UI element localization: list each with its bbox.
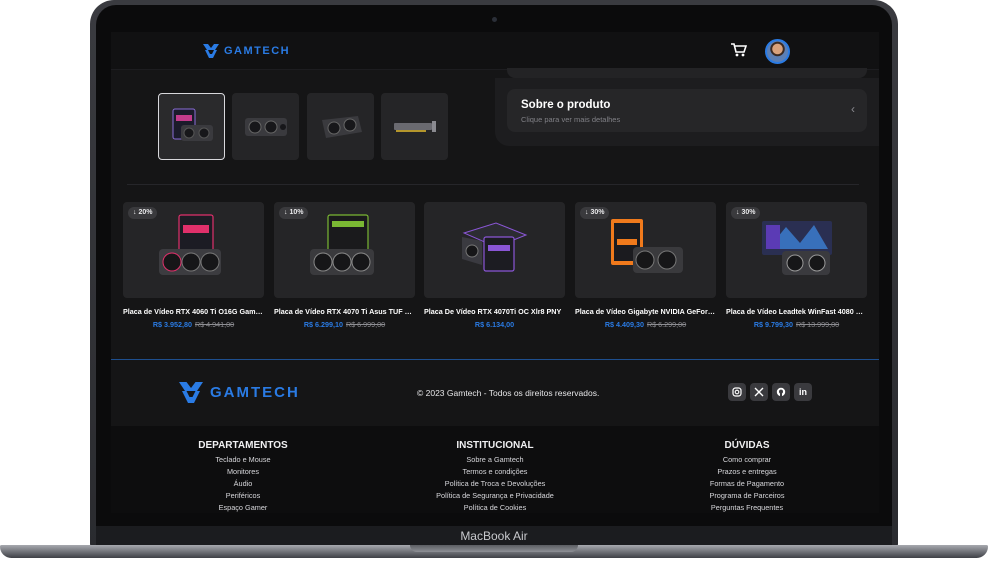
gpu-product-image xyxy=(762,221,832,275)
product-thumbnail[interactable] xyxy=(307,93,374,160)
gpu-box-image xyxy=(172,108,213,141)
price-old: R$ 6.299,00 xyxy=(647,320,687,329)
price-current: R$ 6.134,00 xyxy=(474,320,515,329)
footer-link[interactable]: Monitores xyxy=(143,466,343,478)
footer-link[interactable]: Termos e condições xyxy=(395,466,595,478)
copyright-text: © 2023 Gamtech - Todos os direitos reser… xyxy=(417,388,600,398)
laptop-notch xyxy=(410,545,578,552)
footer-column-institucional: INSTITUCIONAL Sobre a Gamtech Termos e c… xyxy=(395,440,595,513)
camera-icon xyxy=(492,17,497,22)
about-product-title: Sobre o produto xyxy=(521,99,611,111)
header-logo[interactable]: GAMTECH xyxy=(203,44,290,58)
footer-link[interactable]: Política de Cookies xyxy=(395,502,595,513)
product-card[interactable]: Placa De Vídeo RTX 4070Ti OC Xlr8 PNY R$… xyxy=(424,202,565,329)
user-avatar[interactable] xyxy=(765,39,790,64)
product-thumbnail[interactable] xyxy=(232,93,299,160)
gamtech-logo-icon xyxy=(179,382,203,403)
price-current: R$ 6.299,10 xyxy=(303,320,343,329)
product-price: R$ 3.952,80 R$ 4.941,00 xyxy=(123,320,264,329)
footer-link[interactable]: Perguntas Frequentes xyxy=(647,502,847,513)
product-card[interactable]: ↓ 20% Placa de Vídeo RTX 4060 Ti O16G Ga… xyxy=(123,202,264,329)
footer-link[interactable]: Áudio xyxy=(143,478,343,490)
footer-link[interactable]: Espaço Gamer xyxy=(143,502,343,513)
section-divider xyxy=(127,184,859,185)
cart-icon[interactable] xyxy=(731,43,747,57)
product-name[interactable]: Placa de Vídeo RTX 4070 Ti Asus TUF Gami… xyxy=(274,307,415,316)
price-old: R$ 13.999,00 xyxy=(796,320,840,329)
product-card-image: ↓ 30% xyxy=(575,202,716,298)
price-current: R$ 3.952,80 xyxy=(152,320,192,329)
discount-badge: ↓ 20% xyxy=(128,207,158,219)
product-card-image: ↓ 10% xyxy=(274,202,415,298)
product-name[interactable]: Placa de Vídeo RTX 4060 Ti O16G Gaming xyxy=(123,307,264,316)
footer-logo[interactable]: GAMTECH xyxy=(179,382,300,403)
price-current: R$ 4.409,30 xyxy=(604,320,644,329)
device-label: MacBook Air xyxy=(460,529,528,543)
about-product-subtitle: Clique para ver mais detalhes xyxy=(521,115,621,124)
footer-link[interactable]: Como comprar xyxy=(647,454,847,466)
gpu-product-image xyxy=(310,214,374,275)
accordion-above[interactable] xyxy=(507,68,867,78)
site-header: GAMTECH xyxy=(111,32,879,70)
github-icon[interactable] xyxy=(772,383,790,401)
product-card-image: ↓ 30% xyxy=(726,202,867,298)
product-card-image xyxy=(424,202,565,298)
footer-link[interactable]: Política de Segurança e Privacidade xyxy=(395,490,595,502)
footer-column-title: DEPARTAMENTOS xyxy=(198,440,288,451)
product-price: R$ 4.409,30 R$ 6.299,00 xyxy=(575,320,716,329)
gpu-front-image xyxy=(244,117,287,136)
instagram-icon[interactable] xyxy=(728,383,746,401)
chevron-left-icon: ‹ xyxy=(851,102,855,116)
product-card[interactable]: ↓ 30% Placa de Vídeo Leadtek WinFast 408… xyxy=(726,202,867,329)
gamtech-logo-icon xyxy=(203,44,219,58)
price-current: R$ 9.799,30 xyxy=(753,320,793,329)
footer-column-title: DÚVIDAS xyxy=(724,440,770,451)
footer-column-duvidas: DÚVIDAS Como comprar Prazos e entregas F… xyxy=(647,440,847,513)
gpu-side-image xyxy=(393,120,436,132)
price-old: R$ 4.941,00 xyxy=(195,320,235,329)
footer-link[interactable]: Sobre a Gamtech xyxy=(395,454,595,466)
footer-link[interactable]: Teclado e Mouse xyxy=(143,454,343,466)
about-product-accordion[interactable]: Sobre o produto Clique para ver mais det… xyxy=(507,89,867,132)
footer-column-title: INSTITUCIONAL xyxy=(456,440,534,451)
footer-link[interactable]: Periféricos xyxy=(143,490,343,502)
product-card[interactable]: ↓ 30% Placa de Vídeo Gigabyte NVIDIA GeF… xyxy=(575,202,716,329)
product-price: R$ 6.299,10 R$ 6.999,00 xyxy=(274,320,415,329)
browser-viewport: GAMTECH Sobre o produto Clique para ver … xyxy=(111,32,879,513)
footer-link[interactable]: Formas de Pagamento xyxy=(647,478,847,490)
product-name[interactable]: Placa De Vídeo RTX 4070Ti OC Xlr8 PNY xyxy=(424,307,565,316)
gpu-product-image xyxy=(462,222,528,272)
product-name[interactable]: Placa de Vídeo Leadtek WinFast 4080 Hurr… xyxy=(726,307,867,316)
footer-column-departamentos: DEPARTAMENTOS Teclado e Mouse Monitores … xyxy=(143,440,343,513)
product-card-image: ↓ 20% xyxy=(123,202,264,298)
gpu-product-image xyxy=(159,214,221,275)
product-thumbnail[interactable] xyxy=(381,93,448,160)
discount-badge: ↓ 30% xyxy=(580,207,610,219)
footer-link[interactable]: Política de Troca e Devoluções xyxy=(395,478,595,490)
footer-link[interactable]: Programa de Parceiros xyxy=(647,490,847,502)
discount-badge: ↓ 10% xyxy=(279,207,309,219)
gpu-angle-image xyxy=(321,115,362,138)
product-price: R$ 9.799,30 R$ 13.999,00 xyxy=(726,320,867,329)
footer-logo-text: GAMTECH xyxy=(210,384,300,401)
price-old: R$ 6.999,00 xyxy=(346,320,386,329)
footer-link[interactable]: Prazos e entregas xyxy=(647,466,847,478)
logo-text: GAMTECH xyxy=(224,45,291,57)
product-card[interactable]: ↓ 10% Placa de Vídeo RTX 4070 Ti Asus TU… xyxy=(274,202,415,329)
gpu-product-image xyxy=(611,219,683,273)
product-price: R$ 6.134,00 xyxy=(424,320,565,329)
x-icon[interactable] xyxy=(750,383,768,401)
product-name[interactable]: Placa de Vídeo Gigabyte NVIDIA GeForce R… xyxy=(575,307,716,316)
linkedin-icon[interactable]: in xyxy=(794,383,812,401)
product-thumbnail[interactable] xyxy=(158,93,225,160)
discount-badge: ↓ 30% xyxy=(731,207,761,219)
